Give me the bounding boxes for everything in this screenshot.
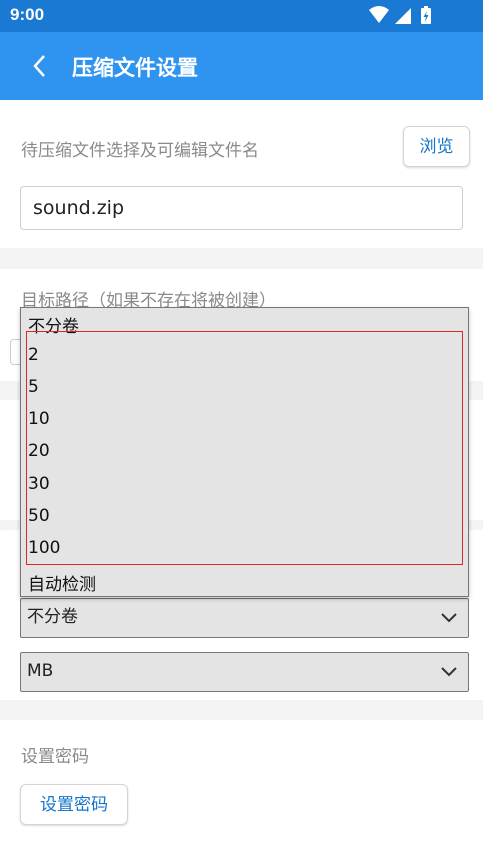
unit-select[interactable]: MB: [20, 652, 469, 692]
filename-input[interactable]: sound.zip: [20, 186, 463, 230]
split-size-select[interactable]: 不分卷: [20, 598, 469, 638]
wifi-icon: [369, 6, 389, 23]
highlight-box: [26, 331, 463, 565]
browse-button[interactable]: 浏览: [403, 126, 470, 167]
status-time: 9:00: [10, 5, 45, 24]
chevron-left-icon: [33, 55, 45, 77]
unit-value: MB: [27, 661, 54, 681]
chevron-down-icon: [441, 613, 457, 623]
app-bar: 压缩文件设置: [0, 32, 483, 100]
back-button[interactable]: [26, 46, 66, 86]
status-icons: [367, 5, 445, 27]
set-password-button[interactable]: 设置密码: [20, 784, 128, 825]
dropdown-option[interactable]: 自动检测: [28, 570, 96, 595]
password-label: 设置密码: [21, 747, 89, 767]
password-section: 设置密码 设置密码: [0, 720, 483, 859]
battery-icon: [421, 6, 431, 24]
chevron-down-icon: [441, 667, 457, 677]
split-size-value: 不分卷: [27, 607, 78, 627]
file-section: 待压缩文件选择及可编辑文件名 浏览 sound.zip: [0, 100, 483, 248]
file-select-label: 待压缩文件选择及可编辑文件名: [21, 141, 259, 161]
signal-icon: [395, 8, 411, 24]
split-size-dropdown: 不分卷 2 5 10 20 30 50 100 自动检测: [20, 307, 469, 597]
status-bar: 9:00: [0, 0, 483, 32]
page-title: 压缩文件设置: [72, 56, 198, 80]
